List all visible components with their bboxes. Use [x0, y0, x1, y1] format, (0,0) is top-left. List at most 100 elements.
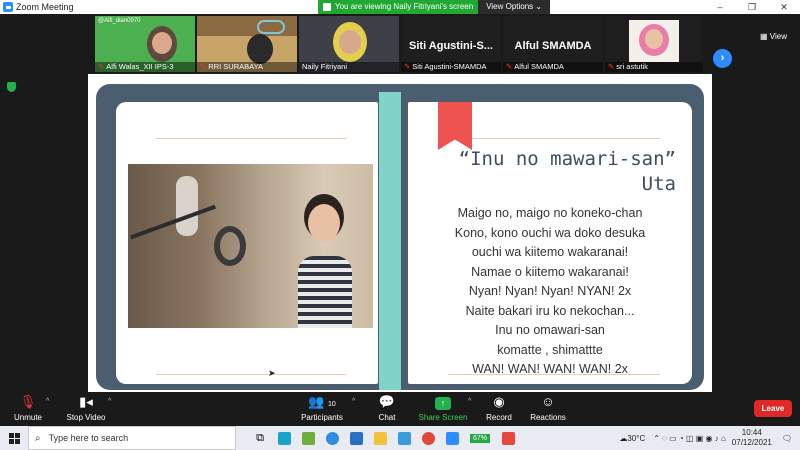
- studio-photo: [128, 164, 373, 328]
- participant-header: @Alfi_dian0970: [98, 18, 141, 24]
- notifications-icon[interactable]: 🗨: [782, 434, 792, 443]
- minimize-button[interactable]: –: [704, 0, 736, 14]
- system-tray: ☁ 30°C ⌃ ◌ ▭ ◔ ◫ ▣ ◉ ♪ ⌂ 10:44 07/12/202…: [619, 426, 800, 450]
- reactions-button[interactable]: ☺ Reactions: [528, 394, 568, 422]
- close-button[interactable]: ✕: [768, 0, 800, 14]
- zoom-logo-icon: [3, 2, 13, 12]
- taskbar-search[interactable]: ⌕ Type here to search: [28, 426, 236, 450]
- leave-button[interactable]: Leave: [754, 400, 792, 417]
- mic-muted-icon: ✎: [506, 62, 513, 71]
- app-l-icon[interactable]: [272, 426, 296, 450]
- window-title: Zoom Meeting: [16, 2, 74, 12]
- security-shield-icon: [7, 82, 16, 92]
- book-slide: “Inu no mawari-san” Uta Maigo no, maigo …: [96, 84, 704, 390]
- lyric-line: Nyan! Nyan! Nyan! NYAN! 2x: [468, 284, 632, 298]
- microphone-icon: [176, 176, 198, 236]
- view-options-button[interactable]: View Options ⌄: [478, 0, 551, 14]
- app-layers-icon[interactable]: [296, 426, 320, 450]
- participants-icon: 👥: [308, 394, 325, 409]
- participant-tile[interactable]: ✎ sri astutik: [605, 16, 703, 72]
- tray-icons[interactable]: ⌃ ◌ ▭ ◔ ◫ ▣ ◉ ♪ ⌂: [653, 434, 726, 443]
- participant-tile[interactable]: @Alfi_dian0970 ✎ Alfi Walas_XII IPS-3: [95, 16, 195, 72]
- song-title: “Inu no mawari-san”: [458, 148, 676, 170]
- grid-icon: ▦: [760, 32, 770, 41]
- radio-logo-icon: [257, 20, 285, 34]
- start-button[interactable]: [0, 426, 28, 450]
- mic-stand: [130, 204, 216, 240]
- search-icon: ⌕: [35, 432, 41, 444]
- audio-options-caret[interactable]: ^: [46, 398, 49, 405]
- lyric-line: Maigo no, maigo no koneko-chan: [457, 206, 643, 220]
- song-lyrics: Maigo no, maigo no koneko-chan Kono, kon…: [408, 204, 692, 380]
- participant-count: 10: [328, 401, 336, 408]
- participant-name: sri astutik: [616, 62, 648, 71]
- app-video-icon[interactable]: [496, 426, 520, 450]
- share-options-caret[interactable]: ^: [468, 398, 471, 405]
- mic-muted-icon: ✎: [404, 62, 411, 71]
- clock-time: 10:44: [741, 428, 762, 437]
- record-button[interactable]: ◉ Record: [482, 394, 516, 422]
- participant-tile[interactable]: Naily Fitriyani: [299, 16, 399, 72]
- participant-display-name: Alful SMAMDA: [514, 40, 592, 52]
- participant-name: Siti Agustini-SMAMDA: [412, 62, 487, 71]
- lyric-line: Namae o kiitemo wakaranai!: [471, 264, 629, 279]
- chat-icon: 💬: [378, 394, 396, 409]
- participant-name: Alfi Walas_XII IPS-3: [106, 62, 174, 71]
- song-subtitle: Uta: [641, 173, 676, 195]
- zoom-taskbar-icon[interactable]: [440, 426, 464, 450]
- participants-button[interactable]: 👥 10 Participants: [298, 394, 346, 422]
- lyric-line: Naite bakari iru ko nekochan...: [465, 303, 635, 318]
- divider: [156, 374, 346, 375]
- viewing-banner: You are viewing Naily Fitriyani's screen…: [318, 0, 551, 14]
- taskbar-clock[interactable]: 10:44 07/12/2021: [732, 428, 772, 448]
- book-spine: [379, 92, 401, 390]
- shared-screen: “Inu no mawari-san” Uta Maigo no, maigo …: [88, 74, 712, 392]
- weather-icon: ☁: [619, 433, 628, 443]
- participant-tile[interactable]: Alful SMAMDA ✎ Alful SMAMDA: [503, 16, 603, 72]
- record-icon: ◉: [493, 394, 505, 409]
- windows-taskbar: ⌕ Type here to search ⧉ 67% ☁ 30°C ⌃ ◌ ▭…: [0, 426, 800, 450]
- video-options-caret[interactable]: ^: [108, 398, 111, 405]
- lyric-line: ouchi wa kiitemo wakaranai!: [471, 245, 629, 259]
- lyric-line: WAN! WAN! WAN! WAN! 2x: [472, 362, 628, 376]
- battery-indicator: 67%: [470, 433, 491, 443]
- participant-name: Naily Fitriyani: [302, 62, 348, 71]
- clock-date: 07/12/2021: [731, 438, 772, 447]
- unmute-button[interactable]: 🎙 Unmute: [10, 394, 46, 422]
- task-view-icon[interactable]: ⧉: [248, 426, 272, 450]
- file-explorer-icon[interactable]: [368, 426, 392, 450]
- lyric-line: komatte , shimattte: [497, 342, 603, 357]
- mail-icon[interactable]: [344, 426, 368, 450]
- mic-muted-icon: ✎: [200, 62, 207, 71]
- participant-name: Alful SMAMDA: [514, 62, 564, 71]
- mic-muted-icon: ✎: [608, 62, 615, 71]
- pop-filter: [214, 226, 246, 266]
- participant-display-name: Siti Agustini-S...: [409, 40, 493, 52]
- reactions-icon: ☺: [541, 394, 555, 409]
- view-layout-button[interactable]: ▦ View: [760, 32, 787, 41]
- viewing-message: You are viewing Naily Fitriyani's screen: [335, 2, 474, 11]
- participant-tile[interactable]: Siti Agustini-S... ✎ Siti Agustini-SMAMDA: [401, 16, 501, 72]
- chrome-icon[interactable]: [416, 426, 440, 450]
- lyric-line: Kono, kono ouchi wa doko desuka: [454, 225, 646, 240]
- participants-caret[interactable]: ^: [352, 398, 355, 405]
- mic-muted-icon: ✎: [98, 62, 105, 71]
- divider: [448, 138, 660, 139]
- participant-strip: @Alfi_dian0970 ✎ Alfi Walas_XII IPS-3 ✎ RR…: [0, 14, 800, 74]
- stop-video-button[interactable]: ▮◂ Stop Video: [62, 394, 110, 422]
- next-participants-button[interactable]: ›: [713, 49, 732, 68]
- temperature: 30°C: [627, 433, 646, 443]
- participant-tile[interactable]: ✎ RRI SURABAYA: [197, 16, 297, 72]
- divider: [156, 138, 346, 139]
- share-screen-icon: ↑: [435, 397, 451, 410]
- participant-video: [247, 34, 273, 64]
- mouse-cursor-icon: ➤: [268, 368, 276, 378]
- meeting-toolbar: 🎙 Unmute ^ ▮◂ Stop Video ^ 👥 10 Particip…: [0, 392, 800, 426]
- screen-share-icon: [323, 3, 331, 11]
- edge-icon[interactable]: [320, 426, 344, 450]
- mic-muted-icon: 🎙: [19, 394, 37, 409]
- app-tools-icon[interactable]: [392, 426, 416, 450]
- maximize-button[interactable]: ❐: [736, 0, 768, 14]
- share-screen-button[interactable]: ↑ Share Screen: [418, 394, 468, 422]
- chat-button[interactable]: 💬 Chat: [370, 394, 404, 422]
